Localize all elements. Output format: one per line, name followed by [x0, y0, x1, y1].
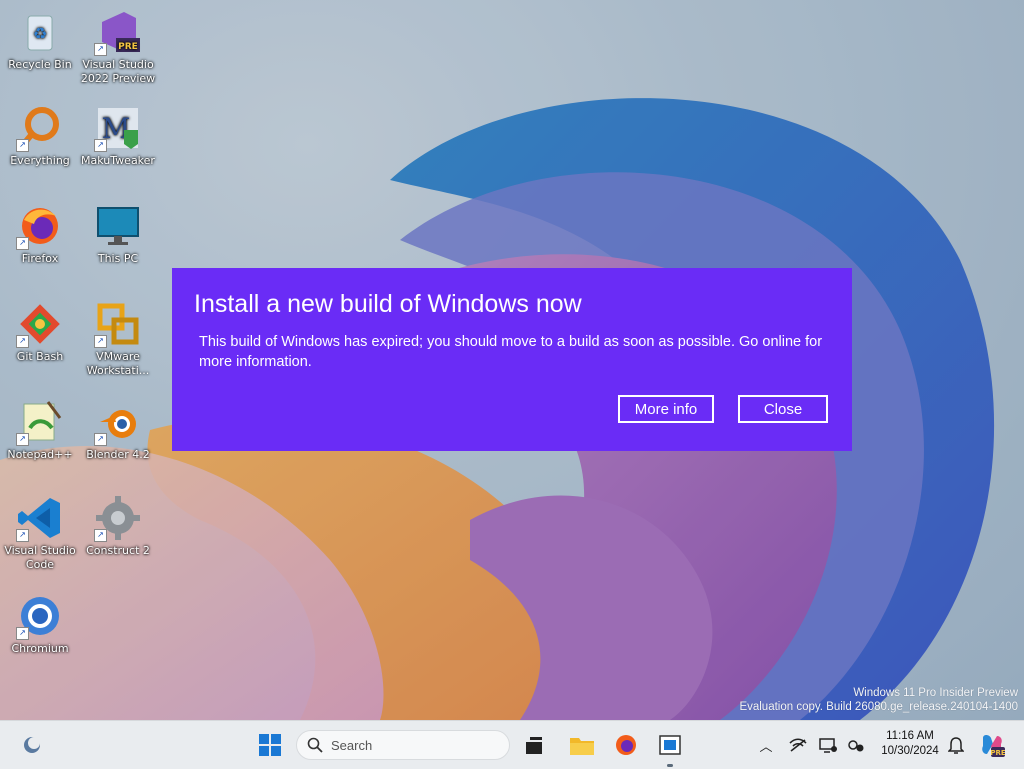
file-explorer-icon [570, 738, 594, 755]
desktop-icon-label: Visual Studio 2022 Preview [80, 58, 156, 85]
desktop-icon-label: Blender 4.2 [86, 448, 150, 461]
shortcut-arrow-icon: ↗ [94, 43, 107, 56]
desktop-icon-makutweaker[interactable]: M ↗ MakuTweaker [78, 104, 158, 168]
watermark-line-2: Evaluation copy. Build 26080.ge_release.… [739, 701, 1018, 713]
chromium-icon: ↗ [16, 592, 64, 640]
display-icon [819, 738, 837, 753]
toast-message: This build of Windows has expired; you s… [199, 334, 823, 370]
watermark-line-1: Windows 11 Pro Insider Preview [853, 687, 1018, 699]
notification-bell-icon [948, 737, 964, 754]
close-button[interactable]: Close [738, 395, 828, 423]
desktop-icon-label: Visual Studio Code [4, 544, 76, 571]
shortcut-arrow-icon: ↗ [16, 627, 29, 640]
pre-badge: PRE [118, 42, 138, 52]
shortcut-arrow-icon: ↗ [16, 433, 29, 446]
taskbar: Search ︿ 11:16 AM 10/30/2024 PRE [0, 720, 1024, 769]
shortcut-arrow-icon: ↗ [16, 237, 29, 250]
svg-text:♻: ♻ [33, 24, 47, 43]
git-bash-icon: ↗ [16, 300, 64, 348]
desktop-icon-vmware[interactable]: ↗ VMware Workstati... [78, 300, 158, 378]
taskbar-search[interactable]: Search [296, 730, 510, 760]
start-button[interactable] [254, 729, 286, 761]
taskbar-active-window[interactable] [654, 729, 686, 767]
desktop-icon-label: This PC [97, 252, 139, 265]
blender-icon: ↗ [94, 398, 142, 446]
notifications-button[interactable] [946, 735, 966, 755]
desktop-icon-firefox[interactable]: ↗ Firefox [0, 202, 80, 266]
firefox-icon [616, 735, 636, 755]
construct2-icon: ↗ [94, 494, 142, 542]
desktop-icon-label: Notepad++ [7, 448, 73, 461]
vpn-button[interactable] [846, 735, 866, 755]
network-icon [789, 738, 807, 752]
shortcut-arrow-icon: ↗ [16, 335, 29, 348]
taskbar-firefox[interactable] [610, 729, 642, 761]
taskbar-clock[interactable]: 11:16 AM 10/30/2024 [870, 729, 950, 759]
shortcut-arrow-icon: ↗ [94, 433, 107, 446]
vpn-icon [848, 740, 864, 752]
widgets-icon [24, 737, 40, 753]
taskbar-file-explorer[interactable] [566, 729, 598, 761]
desktop-icon-label: MakuTweaker [81, 154, 155, 167]
desktop-icon-git-bash[interactable]: ↗ Git Bash [0, 300, 80, 364]
desktop-icon-label: Everything [10, 154, 70, 167]
vscode-icon: ↗ [16, 494, 64, 542]
desktop-icon-construct2[interactable]: ↗ Construct 2 [78, 494, 158, 558]
desktop-icon-visual-studio-preview[interactable]: PRE ↗ Visual Studio 2022 Preview [78, 8, 158, 86]
monitor-icon [94, 202, 142, 250]
desktop-icon-label: Chromium [11, 642, 69, 655]
desktop-icon-recycle-bin[interactable]: ♻ Recycle Bin [0, 8, 80, 72]
desktop-icon-label: Recycle Bin [8, 58, 72, 71]
desktop-icon-everything[interactable]: ↗ Everything [0, 104, 80, 168]
shortcut-arrow-icon: ↗ [16, 139, 29, 152]
shortcut-arrow-icon: ↗ [94, 335, 107, 348]
desktop-icon-this-pc[interactable]: This PC [78, 202, 158, 266]
desktop-icon-blender[interactable]: ↗ Blender 4.2 [78, 398, 158, 462]
svg-text:PRE: PRE [990, 749, 1005, 757]
search-icon [307, 737, 323, 753]
network-button[interactable] [788, 735, 808, 755]
desktop-icon-notepad-plus-plus[interactable]: ↗ Notepad++ [0, 398, 80, 462]
makutweaker-icon: M ↗ [94, 104, 142, 152]
windows-expired-toast: Install a new build of Windows now This … [172, 268, 852, 451]
copilot-icon: PRE [982, 735, 1005, 757]
everything-search-icon: ↗ [16, 104, 64, 152]
chevron-up-icon: ︿ [759, 739, 773, 755]
display-button[interactable] [818, 735, 838, 755]
desktop-icon-label: Construct 2 [86, 544, 150, 557]
clock-time: 11:16 AM [886, 730, 934, 742]
show-hidden-icons-button[interactable]: ︿ [756, 735, 776, 755]
desktop-icon-chromium[interactable]: ↗ Chromium [0, 592, 80, 656]
shortcut-arrow-icon: ↗ [94, 529, 107, 542]
more-info-button[interactable]: More info [618, 395, 714, 423]
toast-title: Install a new build of Windows now [194, 290, 582, 318]
firefox-icon: ↗ [16, 202, 64, 250]
shortcut-arrow-icon: ↗ [16, 529, 29, 542]
shortcut-arrow-icon: ↗ [94, 139, 107, 152]
start-icon [259, 734, 281, 756]
active-window-icon [659, 735, 681, 755]
task-view-icon [526, 737, 542, 754]
desktop-icon-vscode[interactable]: ↗ Visual Studio Code [0, 494, 80, 572]
task-view-button[interactable] [518, 729, 550, 761]
vmware-icon: ↗ [94, 300, 142, 348]
evaluation-watermark: Windows 11 Pro Insider Preview Evaluatio… [739, 686, 1018, 714]
desktop-icon-label: VMware Workstati... [86, 350, 150, 377]
copilot-button[interactable]: PRE [976, 729, 1008, 761]
clock-date: 10/30/2024 [881, 745, 939, 757]
widgets-button[interactable] [16, 729, 48, 761]
search-placeholder: Search [331, 738, 373, 753]
active-indicator [667, 764, 673, 767]
notepad-plus-plus-icon: ↗ [16, 398, 64, 446]
desktop: ♻ Recycle Bin PRE ↗ Visual Studio 2022 P… [0, 0, 1024, 720]
visual-studio-preview-icon: PRE ↗ [94, 8, 142, 56]
desktop-icon-label: Git Bash [16, 350, 64, 363]
desktop-icon-label: Firefox [21, 252, 59, 265]
recycle-bin-icon: ♻ [16, 8, 64, 56]
